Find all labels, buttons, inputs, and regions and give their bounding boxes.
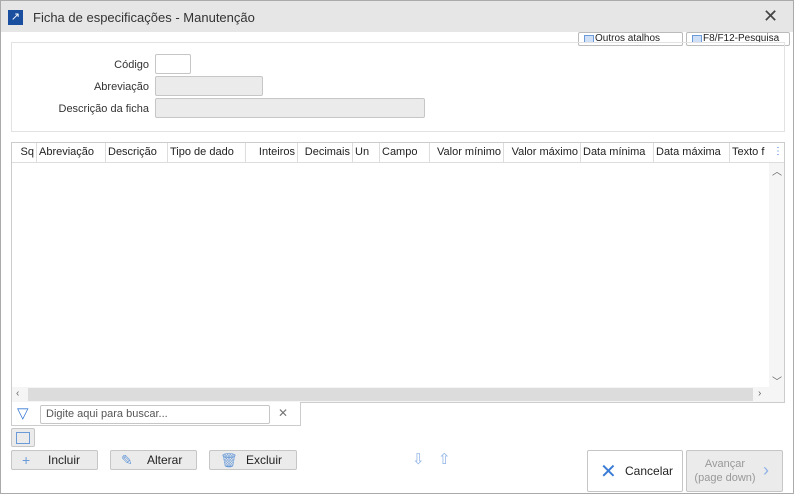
layout-button[interactable] xyxy=(11,428,35,447)
scroll-thumb[interactable] xyxy=(28,388,753,401)
alterar-button[interactable]: ✎ Alterar xyxy=(110,450,197,470)
abreviacao-input[interactable] xyxy=(155,76,263,96)
col-decimais[interactable]: Decimais xyxy=(298,143,353,163)
cancel-icon: ✕ xyxy=(600,461,617,483)
app-icon: ↗ xyxy=(8,10,23,25)
window-title: Ficha de especificações - Manutenção xyxy=(33,10,255,25)
close-icon[interactable]: ✕ xyxy=(763,6,778,27)
specs-grid: Sq Abreviação Descrição Tipo de dado Int… xyxy=(11,142,785,403)
layout-icon xyxy=(16,432,30,444)
edit-icon: ✎ xyxy=(121,452,133,468)
dialog-window: ↗ Ficha de especificações - Manutenção ✕… xyxy=(0,0,794,494)
scroll-right-icon[interactable]: › xyxy=(758,388,761,399)
descricao-label: Descrição da ficha xyxy=(58,103,150,115)
plus-icon: + xyxy=(22,452,31,468)
col-inteiros[interactable]: Inteiros xyxy=(246,143,298,163)
codigo-label: Código xyxy=(114,59,149,71)
col-descricao[interactable]: Descrição xyxy=(106,143,168,163)
grid-header: Sq Abreviação Descrição Tipo de dado Int… xyxy=(12,143,784,163)
avancar-button[interactable]: Avançar (page down) › xyxy=(686,450,783,492)
search-input[interactable]: Digite aqui para buscar... xyxy=(40,405,270,424)
codigo-input[interactable] xyxy=(155,54,191,74)
scroll-up-icon[interactable]: ︿ xyxy=(772,163,782,178)
clear-search-icon[interactable]: ✕ xyxy=(278,406,288,420)
scroll-down-icon[interactable]: ﹀ xyxy=(772,373,782,388)
col-un[interactable]: Un xyxy=(353,143,380,163)
col-valor-minimo[interactable]: Valor mínimo xyxy=(430,143,504,163)
chevron-right-icon: › xyxy=(763,460,769,480)
col-campo[interactable]: Campo xyxy=(380,143,430,163)
col-texto[interactable]: Texto f xyxy=(730,143,769,163)
horizontal-scrollbar[interactable]: ‹ › xyxy=(12,387,784,402)
vertical-scrollbar[interactable]: ︿ ﹀ xyxy=(769,163,784,388)
column-menu-icon[interactable]: ⋮ xyxy=(773,146,783,157)
trash-icon: 🗑 xyxy=(220,452,238,468)
move-up-icon[interactable]: ⇧ xyxy=(438,450,451,468)
col-valor-maximo[interactable]: Valor máximo xyxy=(504,143,581,163)
cancelar-button[interactable]: ✕ Cancelar xyxy=(587,450,683,492)
filter-icon[interactable]: ▽ xyxy=(17,404,29,422)
descricao-input[interactable] xyxy=(155,98,425,118)
incluir-button[interactable]: + Incluir xyxy=(11,450,98,470)
col-data-minima[interactable]: Data mínima xyxy=(581,143,654,163)
col-abreviacao[interactable]: Abreviação xyxy=(37,143,106,163)
col-data-maxima[interactable]: Data máxima xyxy=(654,143,730,163)
title-bar: ↗ Ficha de especificações - Manutenção ✕ xyxy=(1,1,793,32)
excluir-button[interactable]: 🗑 Excluir xyxy=(209,450,297,470)
col-tipo[interactable]: Tipo de dado xyxy=(168,143,246,163)
col-sq[interactable]: Sq xyxy=(12,143,37,163)
scroll-left-icon[interactable]: ‹ xyxy=(16,388,19,399)
search-bar: ▽ Digite aqui para buscar... ✕ xyxy=(11,402,301,426)
move-down-icon[interactable]: ⇩ xyxy=(412,450,425,468)
abreviacao-label: Abreviação xyxy=(93,81,149,93)
